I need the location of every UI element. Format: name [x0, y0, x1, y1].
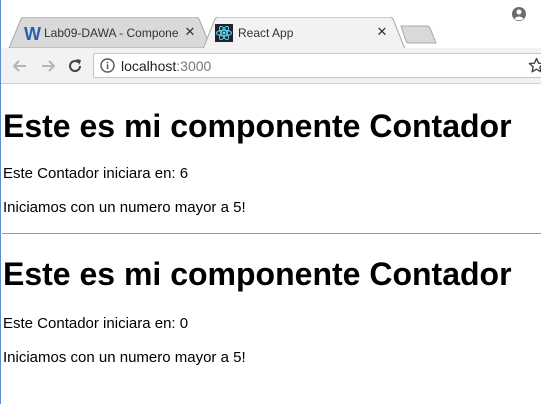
- close-icon[interactable]: ✕: [375, 25, 389, 39]
- divider: [2, 233, 541, 234]
- url-port: :3000: [176, 58, 212, 74]
- profile-icon[interactable]: [511, 6, 527, 22]
- close-icon[interactable]: ✕: [183, 25, 197, 39]
- counter-start-text: Este Contador iniciara en: 6: [3, 165, 189, 182]
- tab-strip: W Lab09-DAWA - Compone ✕ React App ✕: [1, 0, 541, 49]
- browser-toolbar: localhost:3000: [1, 48, 541, 84]
- reload-icon[interactable]: [66, 57, 84, 75]
- tab-label: React App: [238, 26, 294, 40]
- back-arrow-icon[interactable]: [11, 57, 29, 75]
- tab-label: Lab09-DAWA - Compone: [44, 26, 178, 40]
- bookmark-star-icon[interactable]: [528, 57, 541, 74]
- component-heading: Este es mi componente Contador: [3, 108, 512, 144]
- counter-message: Iniciamos con un numero mayor a 5!: [3, 349, 246, 366]
- address-bar[interactable]: localhost:3000: [93, 53, 541, 78]
- counter-start-text: Este Contador iniciara en: 0: [3, 315, 189, 332]
- forward-arrow-icon[interactable]: [39, 57, 57, 75]
- tab-lab09-dawa[interactable]: W Lab09-DAWA - Compone ✕: [7, 17, 213, 48]
- react-icon: [215, 24, 233, 42]
- browser-window: W Lab09-DAWA - Compone ✕ React App ✕ loc…: [0, 0, 541, 404]
- tab-react-app[interactable]: React App ✕: [201, 17, 407, 49]
- url-host: localhost: [121, 58, 177, 74]
- info-icon[interactable]: [100, 58, 115, 73]
- component-heading: Este es mi componente Contador: [3, 256, 512, 292]
- new-tab-button[interactable]: [399, 25, 439, 45]
- url-text[interactable]: localhost:3000: [121, 58, 211, 74]
- counter-message: Iniciamos con un numero mayor a 5!: [3, 199, 246, 216]
- svg-text:W: W: [24, 24, 41, 42]
- word-icon: W: [24, 24, 41, 42]
